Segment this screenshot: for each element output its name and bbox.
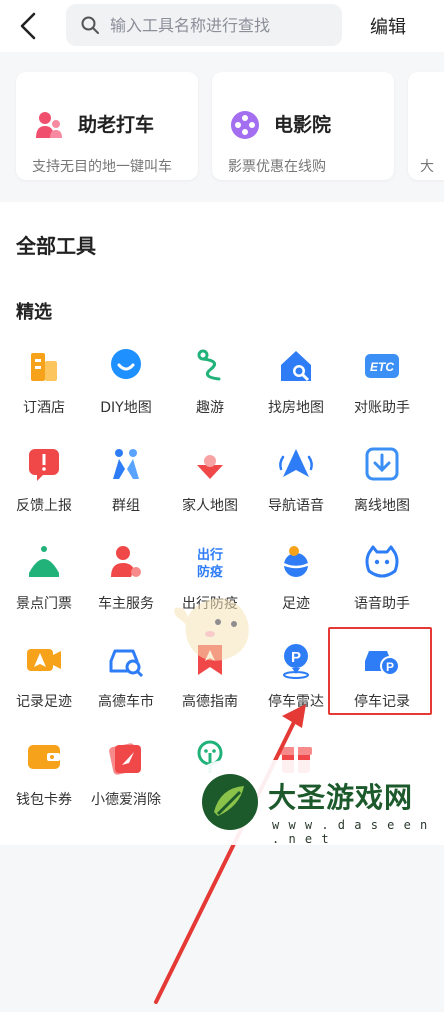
card-subtitle: 大	[420, 159, 434, 175]
back-arrow-icon[interactable]	[14, 10, 46, 42]
tool-label: 足迹	[282, 596, 310, 612]
tool-hotel[interactable]: 订酒店	[0, 347, 88, 437]
card-title: 助老打车	[78, 114, 155, 136]
top-bar: 编辑	[0, 0, 444, 52]
tool-footprint[interactable]: 足迹	[252, 543, 340, 633]
tool-record-footprint[interactable]: 记录足迹	[0, 641, 88, 731]
guide-bookmark-icon	[198, 645, 222, 675]
tool-fun-trip[interactable]: 趣游	[166, 347, 254, 437]
hotel-icon	[31, 353, 57, 381]
tool-label: 景点门票	[16, 596, 72, 612]
tool-car-market[interactable]: 高德车市	[82, 641, 170, 731]
tool-diy-map[interactable]: DIY地图	[82, 347, 170, 437]
card-partial[interactable]: 大	[408, 72, 444, 180]
tool-label: 家人地图	[182, 498, 238, 514]
wallet-icon	[28, 745, 60, 769]
svg-text:防疫: 防疫	[197, 564, 223, 580]
travel-epidemic-icon: 出行 防疫	[197, 547, 223, 580]
tool-scenic-ticket[interactable]: 景点门票	[0, 543, 88, 633]
tool-group[interactable]: 群组	[82, 445, 170, 535]
tool-car-owner[interactable]: 车主服务	[82, 543, 170, 633]
tool-label: 订酒店	[23, 400, 65, 416]
section-title-featured: 精选	[16, 302, 52, 323]
tool-guide[interactable]: 高德指南	[166, 641, 254, 731]
tool-label: 钱包卡券	[16, 792, 72, 808]
card-subtitle: 支持无目的地一键叫车	[32, 159, 172, 175]
tool-label: 语音助手	[354, 596, 410, 612]
elder-person-icon	[36, 112, 62, 138]
watermark-title: 大圣游戏网	[268, 781, 414, 814]
tool-label: DIY地图	[100, 400, 152, 416]
watermark-banner: 大圣游戏网 w w w . d a s e e n . n e t	[186, 760, 444, 846]
parking-radar-icon: P	[283, 644, 309, 679]
record-footprint-icon	[27, 649, 61, 671]
voice-assistant-icon	[365, 545, 399, 578]
tool-reconcile[interactable]: ETC 对账助手	[338, 347, 426, 437]
tool-parking-radar[interactable]: P 停车雷达	[252, 641, 340, 731]
tool-label: 群组	[112, 498, 140, 514]
tool-house-map[interactable]: 找房地图	[252, 347, 340, 437]
tool-label: 反馈上报	[16, 498, 72, 514]
tool-label: 停车雷达	[268, 694, 324, 710]
watermark-url: w w w . d a s e e n . n e t	[272, 818, 429, 846]
card-subtitle: 影票优惠在线购	[228, 159, 326, 175]
family-map-icon	[197, 455, 223, 479]
tool-label: 对账助手	[354, 400, 410, 416]
tool-travel-epidemic[interactable]: 出行 防疫 出行防疫	[166, 543, 254, 633]
card-elder-taxi[interactable]: 助老打车 支持无目的地一键叫车	[16, 72, 198, 180]
tool-label: 高德指南	[182, 694, 238, 710]
all-tools-section: 全部工具 精选 订酒店 DIY地图 趣游 找房地图 ETC 对账助手 反馈上报 …	[0, 202, 444, 1004]
tool-match-game[interactable]: 小德爱消除	[82, 739, 170, 829]
tool-label: 停车记录	[354, 694, 410, 710]
tool-label: 出行防疫	[182, 596, 238, 612]
map-pin-smile-icon	[111, 349, 141, 379]
tool-nav-voice[interactable]: 导航语音	[252, 445, 340, 535]
game-card-icon	[109, 743, 141, 775]
search-input[interactable]	[108, 14, 332, 36]
etc-icon: ETC	[365, 354, 399, 378]
tool-feedback[interactable]: 反馈上报	[0, 445, 88, 535]
parking-record-icon: P	[365, 651, 400, 676]
tool-family-map[interactable]: 家人地图	[166, 445, 254, 535]
tool-label: 离线地图	[354, 498, 410, 514]
section-title-all-tools: 全部工具	[16, 234, 96, 258]
tool-offline-map[interactable]: 离线地图	[338, 445, 426, 535]
car-owner-icon	[111, 546, 141, 577]
car-market-icon	[109, 649, 144, 678]
tool-parking-record[interactable]: P 停车记录	[338, 641, 426, 731]
alert-icon	[29, 449, 59, 481]
tool-label: 记录足迹	[16, 694, 72, 710]
tool-label: 趣游	[196, 400, 224, 416]
scenic-ticket-icon	[29, 546, 59, 577]
svg-text:P: P	[291, 649, 301, 666]
svg-text:出行: 出行	[197, 547, 223, 563]
fun-trip-icon	[197, 349, 221, 381]
tool-label: 车主服务	[98, 596, 154, 612]
edit-button[interactable]: 编辑	[370, 13, 406, 39]
svg-text:P: P	[386, 660, 394, 674]
tool-voice-assistant[interactable]: 语音助手	[338, 543, 426, 633]
download-map-icon	[365, 447, 399, 481]
svg-text:ETC: ETC	[370, 360, 394, 374]
card-title: 电影院	[274, 114, 332, 136]
tool-label: 找房地图	[268, 400, 324, 416]
tool-wallet[interactable]: 钱包卡券	[0, 739, 88, 829]
tool-label: 高德车市	[98, 694, 154, 710]
house-search-icon	[281, 351, 311, 382]
film-reel-icon	[231, 111, 259, 139]
watermark-logo-icon	[202, 774, 258, 830]
card-cinema[interactable]: 电影院 影票优惠在线购	[212, 72, 394, 180]
tool-label: 导航语音	[268, 498, 324, 514]
group-people-icon	[113, 449, 139, 479]
search-box[interactable]	[66, 4, 342, 46]
navigation-arrow-icon	[279, 449, 313, 477]
tool-label: 小德爱消除	[91, 792, 161, 808]
recent-tools-row: 助老打车 支持无目的地一键叫车 电影院 影票优惠在线购 大	[0, 52, 444, 202]
search-icon	[81, 16, 99, 34]
footprint-globe-icon	[280, 546, 312, 577]
